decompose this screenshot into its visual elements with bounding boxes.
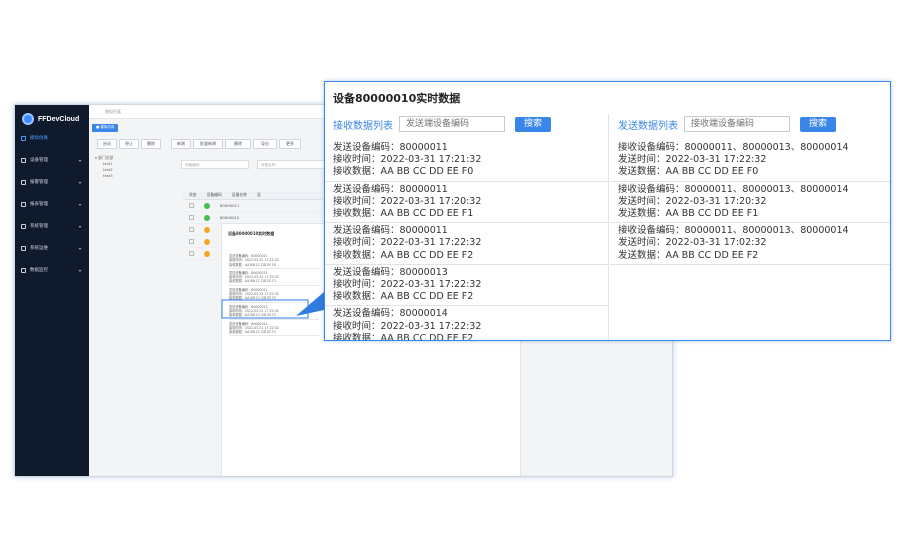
message-line: 接收设备编码：80000011、80000013、80000014 [618, 142, 849, 153]
receive-panel: 接收数据列表 搜索 发送设备编码：80000011接收时间：2022-03-31… [325, 114, 609, 340]
receive-message-list: 发送设备编码：80000011 接收时间：2022-03-31 17:21:32 接… [325, 140, 608, 341]
receive-search-button[interactable]: 搜索 [515, 116, 552, 132]
receive-panel-header: 接收数据列表 搜索 [333, 116, 552, 132]
send-list-label: 发送数据列表 [618, 120, 678, 132]
receive-list-label: 接收数据列表 [333, 120, 393, 132]
popup-title: 设备80000010实时数据 [333, 92, 461, 105]
message-line: 接收时间：2022-03-31 17:20:32 [333, 195, 482, 207]
message-line: 接收数据：AA BB CC DD EE F1 [333, 208, 474, 220]
receiver-code-input[interactable] [684, 116, 790, 132]
list-item: 发送设备编码：80000011 接收时间：2022-03-31 17:21:32 接… [325, 140, 608, 182]
message-line: 发送时间：2022-03-31 17:20:32 [618, 195, 767, 207]
message-line: 发送设备编码：80000011 [333, 183, 448, 195]
send-message-list: 接收设备编码：80000011、80000013、80000014 发送时间：20… [610, 140, 890, 265]
list-item: 接收设备编码：80000011、80000013、80000014 发送时间：20… [610, 140, 890, 182]
message-line: 接收时间：2022-03-31 17:22:32 [333, 279, 482, 291]
send-panel-header: 发送数据列表 搜索 [618, 116, 837, 132]
sender-code-input[interactable] [399, 116, 505, 132]
message-line: 接收数据：AA BB CC DD EE F2 [333, 291, 474, 303]
message-line: 发送数据：AA BB CC DD EE F0 [618, 166, 759, 178]
message-line: 发送数据：AA BB CC DD EE F2 [618, 249, 759, 261]
message-line: 接收时间：2022-03-31 17:21:32 [333, 154, 482, 166]
message-line: 接收时间：2022-03-31 17:22:32 [333, 237, 482, 249]
message-line: 发送数据：AA BB CC DD EE F1 [618, 208, 759, 220]
message-line: 发送时间：2022-03-31 17:02:32 [618, 237, 767, 249]
send-search-button[interactable]: 搜索 [800, 116, 837, 132]
realtime-data-popup: 设备80000010实时数据 接收数据列表 搜索 发送设备编码：80000011… [324, 81, 891, 341]
message-line: 发送时间：2022-03-31 17:22:32 [618, 154, 767, 166]
callout-arrow [296, 292, 324, 316]
message-line: 接收设备编码：80000011、80000013、80000014 [618, 183, 849, 195]
message-line: 接收数据：AA BB CC DD EE F0 [333, 166, 474, 178]
send-panel: 发送数据列表 搜索 接收设备编码：80000011、80000013、80000… [610, 114, 890, 340]
list-item: 发送设备编码：80000013 接收时间：2022-03-31 17:22:32 接… [325, 265, 608, 307]
message-line: 发送设备编码：80000014 [333, 308, 448, 320]
message-line: 接收数据：AA BB CC DD EE F2 [333, 249, 474, 261]
list-item: 发送设备编码：80000011 接收时间：2022-03-31 17:22:32 接… [325, 223, 608, 265]
message-line: 接收数据：AA BB CC DD EE F2 [333, 332, 474, 341]
message-line: 发送设备编码：80000011 [333, 225, 448, 237]
list-item: 发送设备编码：80000014 接收时间：2022-03-31 17:22:32 接… [325, 306, 608, 341]
message-line: 发送设备编码：80000013 [333, 266, 448, 278]
list-item: 发送设备编码：80000011 接收时间：2022-03-31 17:20:32 接… [325, 182, 608, 224]
message-line: 发送设备编码：80000011 [333, 142, 448, 153]
list-item: 接收设备编码：80000011、80000013、80000014 发送时间：20… [610, 223, 890, 265]
list-item: 接收设备编码：80000011、80000013、80000014 发送时间：20… [610, 182, 890, 224]
callout-highlight-box [221, 299, 309, 319]
message-line: 接收时间：2022-03-31 17:22:32 [333, 320, 482, 332]
message-line: 接收设备编码：80000011、80000013、80000014 [618, 225, 849, 237]
